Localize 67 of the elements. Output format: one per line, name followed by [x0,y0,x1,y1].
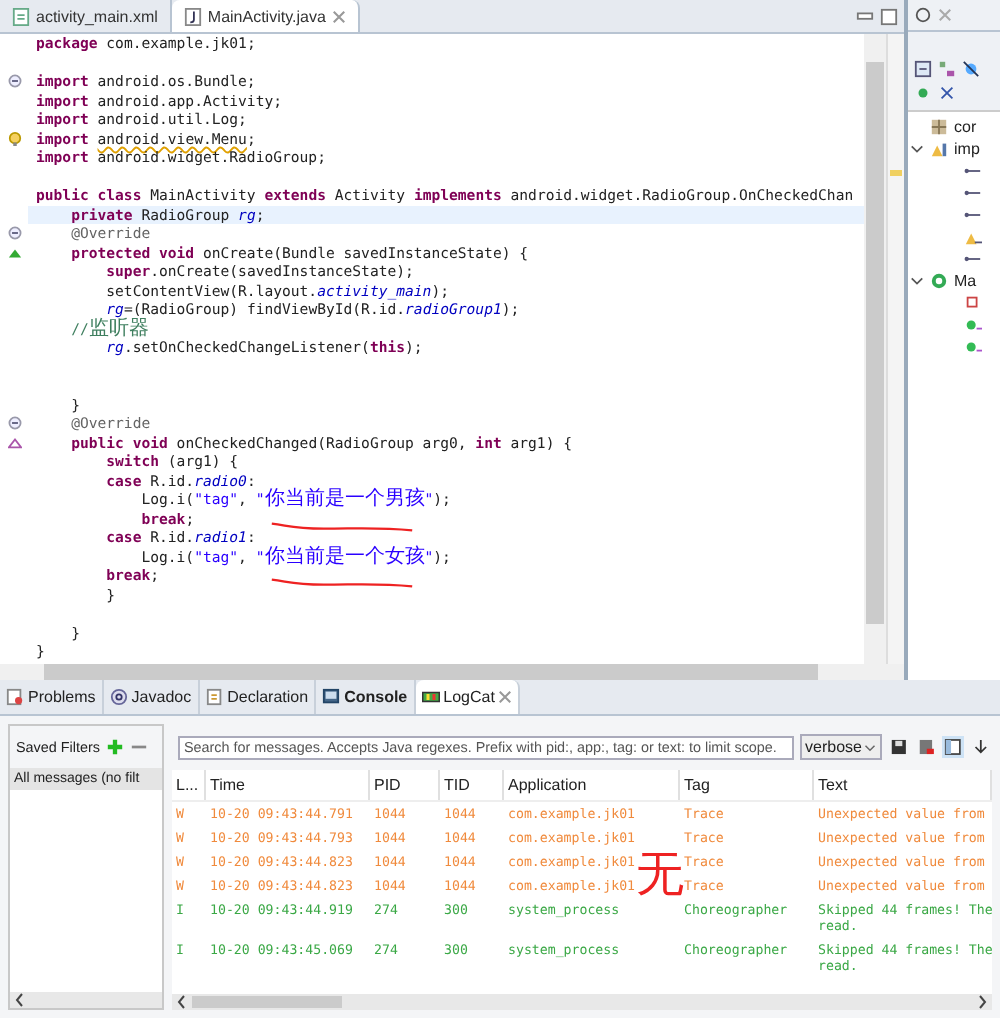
package-icon [930,118,948,136]
problems-icon [6,688,24,706]
method-icon[interactable] [964,338,982,356]
column-header[interactable]: Application [504,770,680,800]
view-tab[interactable]: LogCat [415,680,521,714]
declaration-icon [205,688,224,706]
column-header[interactable]: L... [172,770,206,800]
fold-icon[interactable] [7,74,21,89]
close-icon[interactable] [498,690,513,704]
view-tab[interactable]: Declaration [199,680,317,714]
xml-file-icon [12,7,30,25]
fold-icon[interactable] [7,416,21,431]
editor-tab[interactable]: MainActivity.java [171,0,360,32]
tab-label: LogCat [443,688,495,706]
sort-icon[interactable] [938,60,956,78]
view-tab[interactable]: Javadoc [103,680,200,714]
tab-label: Console [344,688,408,706]
log-level-dropdown[interactable]: verbose [799,734,882,760]
private-field-icon[interactable] [964,294,982,312]
java-file-icon [183,7,202,25]
scroll-right-icon[interactable] [976,994,988,1010]
at-sign-icon [109,688,128,706]
horizontal-scrollbar[interactable] [172,994,992,1010]
logcat-icon [421,688,440,706]
close-icon[interactable] [331,9,346,23]
tab-label: MainActivity.java [207,7,326,25]
column-header[interactable]: Time [206,770,370,800]
warning-import-icon[interactable] [964,228,982,246]
tab-label: Problems [28,688,96,706]
view-tab[interactable]: Console [316,680,416,714]
save-icon[interactable] [887,736,910,758]
horizontal-scrollbar[interactable] [10,992,162,1008]
horizontal-scrollbar[interactable] [0,664,904,680]
clear-log-icon[interactable] [915,736,937,758]
hide-fields-icon[interactable] [962,60,980,78]
outline-icon[interactable] [914,6,932,24]
outline-item[interactable]: Ma [954,272,977,290]
column-header[interactable]: Text [814,770,992,800]
tab-label: activity_main.xml [36,7,158,25]
vertical-scrollbar[interactable] [864,34,886,664]
outline-item[interactable]: cor [954,118,977,136]
scroll-lock-icon[interactable] [970,736,992,758]
tab-label: Declaration [227,688,309,706]
scroll-left-icon[interactable] [14,992,26,1008]
warning-bulb-icon[interactable] [7,131,21,146]
scroll-left-icon[interactable] [176,994,188,1010]
caret-icon [863,741,876,753]
fold-icon[interactable] [7,226,21,241]
editor-tab[interactable]: activity_main.xml [0,0,172,32]
maximize-icon[interactable] [880,7,898,25]
panel-toggle-icon[interactable] [942,736,965,758]
handwritten-note: 无 [636,850,684,898]
view-tab[interactable]: Problems [0,680,104,714]
method-icon[interactable] [964,316,982,334]
column-header[interactable]: Tag [680,770,814,800]
column-header[interactable]: PID [370,770,440,800]
class-icon [930,272,948,290]
collapse-icon[interactable] [914,60,932,78]
imports-icon [930,140,948,158]
hide-static-icon[interactable] [938,84,956,102]
warning-marker[interactable] [890,170,902,176]
console-icon [322,688,341,706]
tab-label: Javadoc [131,688,192,706]
outline-item[interactable]: imp [954,140,980,158]
dot-icon[interactable] [914,84,932,102]
column-header[interactable]: TID [440,770,504,800]
minimize-icon[interactable] [856,7,874,25]
